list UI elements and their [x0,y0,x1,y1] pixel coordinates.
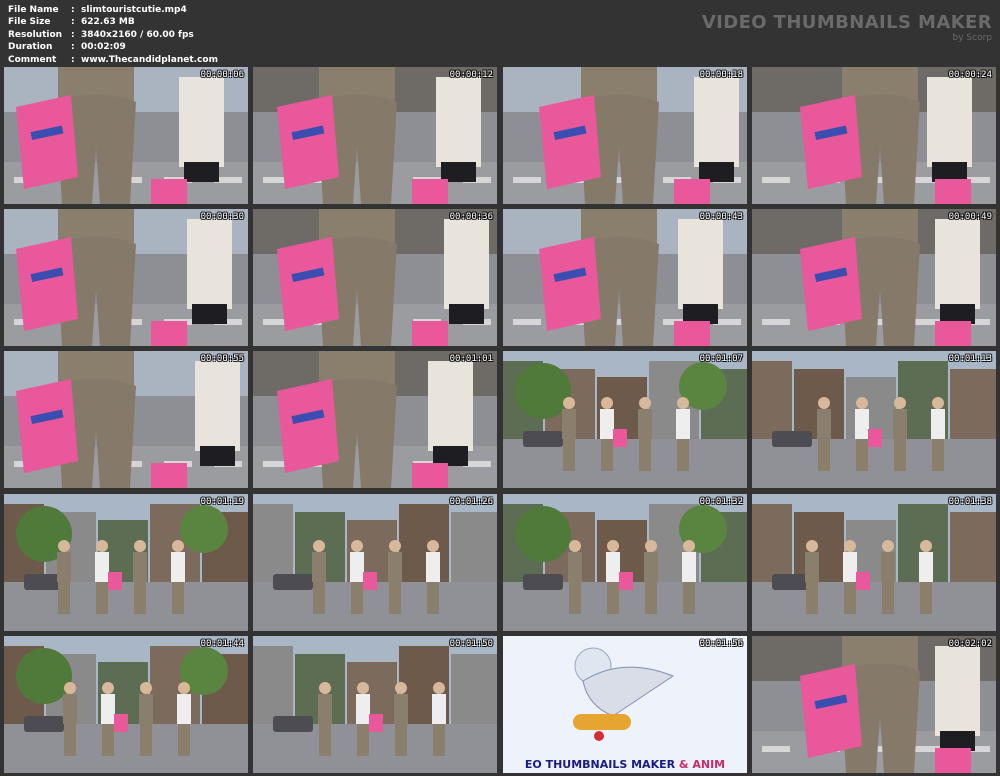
timestamp-label: 00:00:49 [948,212,992,222]
timestamp-label: 00:00:12 [449,70,493,80]
brand-title: VIDEO THUMBNAILS MAKER [701,12,992,33]
thumbnail-frame: 00:01:01 [253,351,497,488]
meta-row: Duration:00:02:09 [8,41,218,53]
timestamp-label: 00:01:07 [699,354,743,364]
frame-image [752,636,996,773]
file-metadata: File Name: slimtouristcutie.mp4 File Size:… [8,4,218,66]
frame-image [752,351,996,488]
frame-image [503,494,747,631]
promo-text-a: EO THUMBNAILS MAKER [524,758,679,771]
timestamp-label: 00:00:43 [699,212,743,222]
frame-image [253,351,497,488]
timestamp-label: 00:01:44 [200,639,244,649]
frame-image [752,67,996,204]
thumbnail-frame: 00:01:44 [4,636,248,773]
thumbnail-frame: 00:01:19 [4,494,248,631]
timestamp-label: 00:01:01 [449,354,493,364]
meta-value: 3840x2160 / 60.00 fps [81,29,194,40]
thumbnail-frame: 00:00:36 [253,209,497,346]
timestamp-label: 00:01:19 [200,497,244,507]
brand-watermark: VIDEO THUMBNAILS MAKER by Scorp [701,12,992,44]
timestamp-label: 00:01:50 [449,639,493,649]
meta-separator: : [71,5,75,15]
meta-label: File Size [8,17,51,28]
meta-label: Duration [8,42,53,53]
frame-image [752,209,996,346]
thumbnail-frame: 00:01:26 [253,494,497,631]
meta-separator: : [71,42,75,53]
frame-image [503,209,747,346]
thumbnail-frame: 00:00:18 [503,67,747,204]
timestamp-label: 00:00:06 [200,70,244,80]
meta-row: File Name: slimtouristcutie.mp4 [8,4,218,16]
timestamp-label: 00:00:55 [200,354,244,364]
frame-image [503,351,747,488]
timestamp-label: 00:01:13 [948,354,992,364]
timestamp-label: 00:00:30 [200,212,244,222]
meta-label: Resolution [8,29,63,40]
thumbnail-frame: EO THUMBNAILS MAKER & ANIM 00:01:56 [503,636,747,773]
frame-image [253,494,497,631]
meta-label: Comment [8,54,57,65]
thumbnail-frame: 00:01:38 [752,494,996,631]
thumbnail-frame: 00:01:32 [503,494,747,631]
thumbnail-frame: 00:01:50 [253,636,497,773]
frame-image [4,351,248,488]
timestamp-label: 00:01:26 [449,497,493,507]
thumbnail-frame: 00:00:24 [752,67,996,204]
brand-byline: by Scorp [952,33,992,43]
thumbnail-frame: 00:00:49 [752,209,996,346]
meta-separator: : [71,29,75,40]
frame-image [503,636,747,773]
thumbnail-frame: 00:00:30 [4,209,248,346]
frame-image [503,67,747,204]
frame-image [752,494,996,631]
thumbnail-frame: 00:00:55 [4,351,248,488]
promo-banner-text: EO THUMBNAILS MAKER & ANIM [503,758,747,771]
thumbnail-frame: 00:00:43 [503,209,747,346]
frame-image [253,636,497,773]
thumbnail-frame: 00:00:06 [4,67,248,204]
meta-separator: : [71,54,75,65]
thumbnail-frame: 00:01:07 [503,351,747,488]
thumbnail-frame: 00:00:12 [253,67,497,204]
meta-value: slimtouristcutie.mp4 [81,5,187,15]
frame-image [4,636,248,773]
timestamp-label: 00:01:56 [699,639,743,649]
thumbnail-frame: 00:01:13 [752,351,996,488]
meta-value: www.Thecandidplanet.com [81,54,218,65]
meta-row: File Size:622.63 MB [8,16,218,28]
meta-row: Resolution:3840x2160 / 60.00 fps [8,29,218,41]
timestamp-label: 00:02:02 [948,639,992,649]
thumbnail-grid: 00:00:06 00:00:12 00:00:18 00:00:24 00:00:30… [4,67,996,773]
frame-image [253,67,497,204]
timestamp-label: 00:01:32 [699,497,743,507]
meta-separator: : [71,17,75,28]
timestamp-label: 00:00:24 [948,70,992,80]
meta-value: 00:02:09 [81,42,126,53]
timestamp-label: 00:00:36 [449,212,493,222]
meta-value: 622.63 MB [81,17,135,28]
timestamp-label: 00:00:18 [699,70,743,80]
info-header: File Name: slimtouristcutie.mp4 File Size:… [0,0,1000,66]
timestamp-label: 00:01:38 [948,497,992,507]
frame-image [253,209,497,346]
frame-image [4,209,248,346]
thumbnail-frame: 00:02:02 [752,636,996,773]
frame-image [4,67,248,204]
frame-image [4,494,248,631]
meta-label: File Name [8,5,59,15]
promo-text-b: & ANIM [678,758,726,771]
meta-row: Comment: www.Thecandidplanet.com [8,54,218,66]
